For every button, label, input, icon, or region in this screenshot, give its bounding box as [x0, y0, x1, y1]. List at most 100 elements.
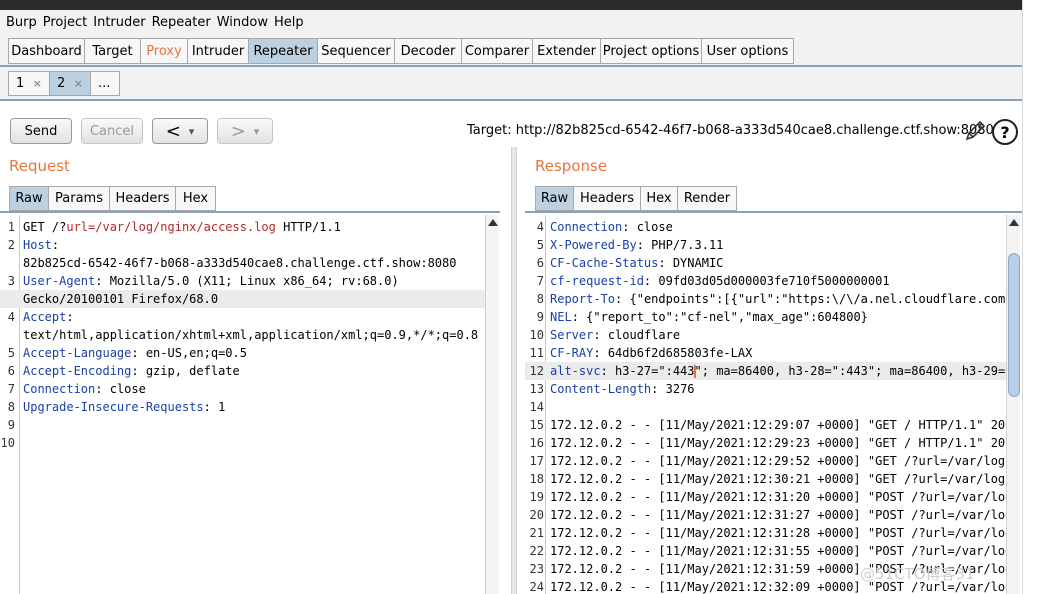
request-line[interactable]: 82b825cd-6542-46f7-b068-a333d540cae8.cha…: [0, 254, 486, 272]
response-line[interactable]: 8 Report-To: {"endpoints":[{"url":"https:…: [525, 290, 1006, 308]
window-title-bar: [0, 0, 1022, 10]
menu-project[interactable]: Project: [43, 15, 87, 30]
response-editor[interactable]: 4 Connection: close 5 X-Powered-By: PHP/7.3…: [525, 215, 1006, 594]
request-scrollbar[interactable]: [485, 215, 499, 594]
response-line[interactable]: 13 Content-Length: 3276: [525, 380, 1006, 398]
send-button[interactable]: Send: [10, 118, 72, 144]
forward-button[interactable]: > ▾: [217, 118, 273, 144]
split-pane-divider[interactable]: [511, 147, 517, 594]
request-line[interactable]: 2 Host:: [0, 236, 486, 254]
header-name: Content-Length: [550, 382, 652, 396]
response-line[interactable]: 9 NEL: {"report_to":"cf-nel","max_age":60…: [525, 308, 1006, 326]
back-button[interactable]: < ▾: [152, 118, 208, 144]
request-line[interactable]: 1 GET /?url=/var/log/nginx/access.log HTT…: [0, 218, 486, 236]
repeater-tab-new[interactable]: ...: [90, 71, 120, 96]
repeater-tab-1[interactable]: 1 ×: [8, 71, 50, 96]
response-line[interactable]: 10 Server: cloudflare: [525, 326, 1006, 344]
response-line[interactable]: 17 172.12.0.2 - - [11/May/2021:12:29:52 +…: [525, 452, 1006, 470]
help-icon[interactable]: ?: [992, 119, 1018, 145]
line-number: 21: [529, 526, 544, 540]
tab-proxy[interactable]: Proxy: [140, 38, 188, 64]
request-line[interactable]: text/html,application/xhtml+xml,applicat…: [0, 326, 486, 344]
request-title: Request: [9, 157, 70, 175]
chevron-down-icon[interactable]: ▾: [254, 125, 260, 138]
menu-help[interactable]: Help: [274, 15, 304, 30]
line-number: 20: [529, 508, 544, 522]
watermark: @51CTO博客31: [860, 565, 975, 583]
response-tab-underline: [525, 211, 1022, 213]
header-name: X-Powered-By: [550, 238, 637, 252]
scroll-up-icon[interactable]: [1009, 219, 1019, 226]
header-name: Server: [550, 328, 594, 342]
header-name: cf-request-id: [550, 274, 644, 288]
tab-extender[interactable]: Extender: [532, 38, 601, 64]
menu-intruder[interactable]: Intruder: [93, 15, 145, 30]
close-icon[interactable]: ×: [74, 77, 83, 90]
request-tab-params[interactable]: Params: [48, 186, 110, 211]
request-line[interactable]: 3 User-Agent: Mozilla/5.0 (X11; Linux x86…: [0, 272, 486, 290]
response-line[interactable]: 5 X-Powered-By: PHP/7.3.11: [525, 236, 1006, 254]
line-number: 6: [7, 364, 15, 378]
request-tab-headers[interactable]: Headers: [109, 186, 176, 211]
response-line[interactable]: 11 CF-RAY: 64db6f2d685803fe-LAX: [525, 344, 1006, 362]
response-line[interactable]: 7 cf-request-id: 09fd03d05d000003fe710f50…: [525, 272, 1006, 290]
request-line[interactable]: 4 Accept:: [0, 308, 486, 326]
response-line[interactable]: 20 172.12.0.2 - - [11/May/2021:12:31:27 +…: [525, 506, 1006, 524]
chevron-down-icon[interactable]: ▾: [189, 125, 195, 138]
line-text: text/html,application/xhtml+xml,applicat…: [23, 328, 479, 342]
response-tab-render[interactable]: Render: [677, 186, 737, 211]
response-line[interactable]: 15 172.12.0.2 - - [11/May/2021:12:29:07 +…: [525, 416, 1006, 434]
line-text: DYNAMIC: [665, 256, 724, 270]
tab-target[interactable]: Target: [84, 38, 141, 64]
request-tab-hex[interactable]: Hex: [175, 186, 216, 211]
line-text: 172.12.0.2 - - [11/May/2021:12:31:28 +00…: [550, 526, 1006, 540]
response-line[interactable]: 19 172.12.0.2 - - [11/May/2021:12:31:20 +…: [525, 488, 1006, 506]
response-line[interactable]: 4 Connection: close: [525, 218, 1006, 236]
query-param: url=/var/log/nginx/access.log: [66, 220, 276, 234]
request-line[interactable]: 7 Connection: close: [0, 380, 486, 398]
menu-burp[interactable]: Burp: [6, 15, 37, 30]
response-line[interactable]: 22 172.12.0.2 - - [11/May/2021:12:31:55 +…: [525, 542, 1006, 560]
response-line[interactable]: 16 172.12.0.2 - - [11/May/2021:12:29:23 +…: [525, 434, 1006, 452]
request-line[interactable]: 9: [0, 416, 486, 434]
repeater-tab-1-label: 1: [16, 76, 25, 91]
tab-sequencer[interactable]: Sequencer: [317, 38, 395, 64]
target-label[interactable]: Target: http://82b825cd-6542-46f7-b068-a…: [467, 123, 994, 138]
tab-decoder[interactable]: Decoder: [394, 38, 462, 64]
menu-window[interactable]: Window: [217, 15, 268, 30]
request-line[interactable]: 10: [0, 434, 486, 452]
scroll-up-icon[interactable]: [488, 219, 498, 226]
pencil-icon[interactable]: [963, 119, 987, 143]
response-scrollbar[interactable]: [1006, 215, 1020, 594]
response-tab-raw[interactable]: Raw: [535, 186, 574, 211]
close-icon[interactable]: ×: [33, 77, 42, 90]
response-line[interactable]: 21 172.12.0.2 - - [11/May/2021:12:31:28 +…: [525, 524, 1006, 542]
request-line[interactable]: 6 Accept-Encoding: gzip, deflate: [0, 362, 486, 380]
cancel-button[interactable]: Cancel: [81, 118, 143, 144]
request-line[interactable]: Gecko/20100101 Firefox/68.0: [0, 290, 486, 308]
header-name: alt-svc: [550, 364, 601, 378]
response-line[interactable]: 14: [525, 398, 1006, 416]
tab-project-options[interactable]: Project options: [600, 38, 702, 64]
tab-intruder[interactable]: Intruder: [187, 38, 249, 64]
tab-comparer[interactable]: Comparer: [461, 38, 533, 64]
response-line[interactable]: 12 alt-svc: h3-27=":443"; ma=86400, h3-28…: [525, 362, 1006, 380]
tab-user-options[interactable]: User options: [701, 38, 794, 64]
menu-repeater[interactable]: Repeater: [152, 15, 211, 30]
response-tab-hex[interactable]: Hex: [640, 186, 678, 211]
request-line[interactable]: 8 Upgrade-Insecure-Requests: 1: [0, 398, 486, 416]
header-name: Connection: [550, 220, 623, 234]
response-line[interactable]: 6 CF-Cache-Status: DYNAMIC: [525, 254, 1006, 272]
line-number: 1: [7, 220, 15, 234]
tab-repeater[interactable]: Repeater: [248, 38, 318, 64]
response-tab-headers[interactable]: Headers: [573, 186, 641, 211]
response-scroll-thumb[interactable]: [1008, 253, 1020, 397]
response-line[interactable]: 18 172.12.0.2 - - [11/May/2021:12:30:21 +…: [525, 470, 1006, 488]
repeater-tab-2[interactable]: 2 ×: [49, 71, 91, 96]
request-editor[interactable]: 1 GET /?url=/var/log/nginx/access.log HTT…: [0, 215, 486, 594]
line-text: Gecko/20100101 Firefox/68.0: [23, 292, 219, 306]
request-line[interactable]: 5 Accept-Language: en-US,en;q=0.5: [0, 344, 486, 362]
header-colon: :: [131, 364, 139, 378]
request-tab-raw[interactable]: Raw: [9, 186, 49, 211]
tab-dashboard[interactable]: Dashboard: [8, 38, 85, 64]
